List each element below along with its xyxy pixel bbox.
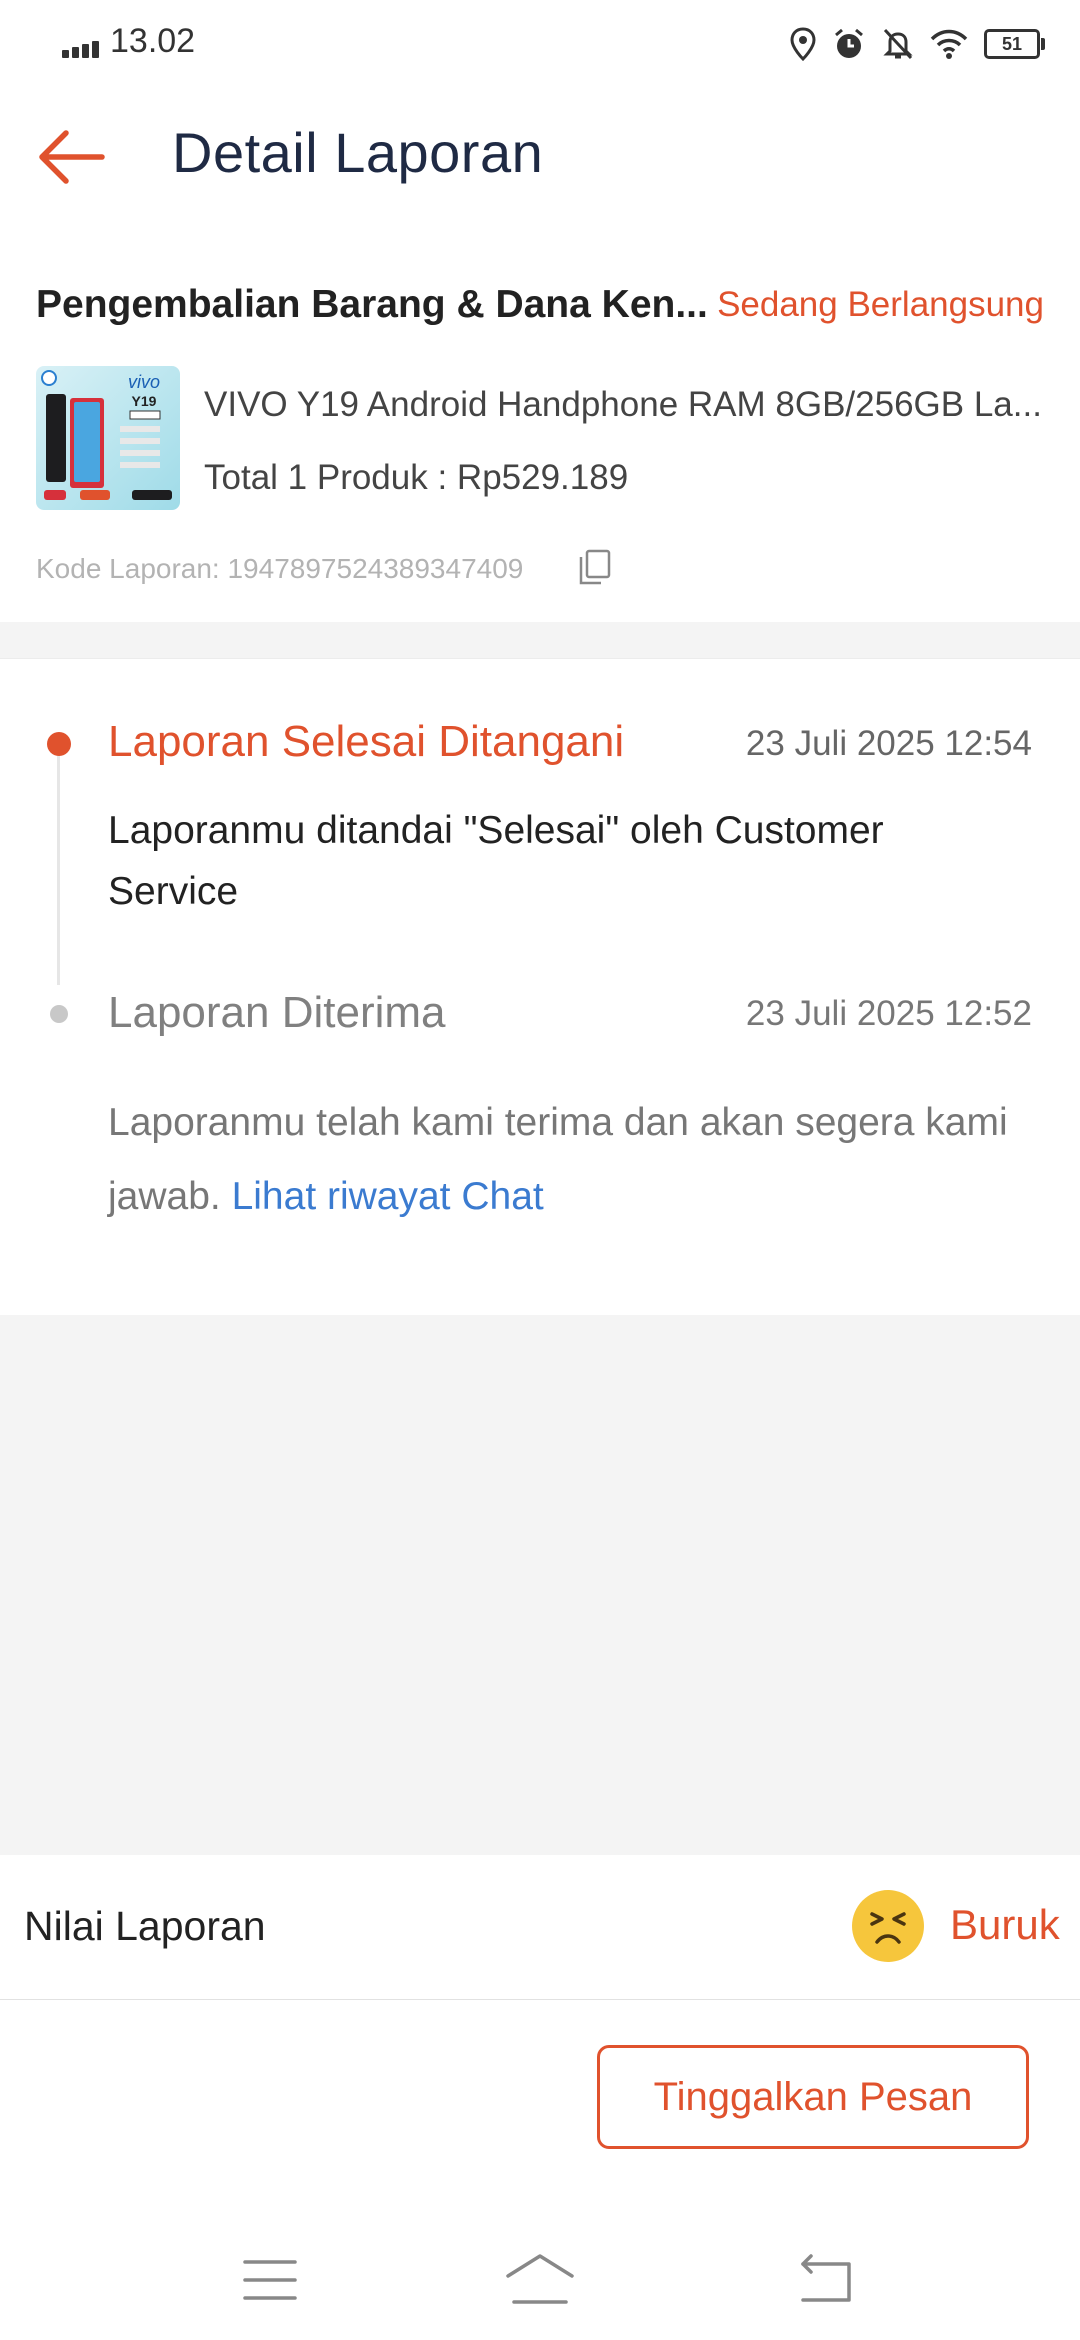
timeline-event-time: 23 Juli 2025 12:54	[745, 724, 1032, 763]
timeline-event-desc: Laporanmu ditandai "Selesai" oleh Custom…	[108, 809, 884, 913]
location-icon	[790, 27, 816, 61]
timeline-event-title: Laporan Selesai Ditangani	[108, 717, 625, 766]
arrow-left-icon	[39, 130, 105, 184]
section-divider	[0, 622, 1080, 659]
menu-icon	[243, 2260, 297, 2300]
status-bar: 13.02 51	[0, 0, 1080, 90]
system-nav-bar	[0, 2220, 1080, 2340]
battery-level: 51	[1001, 33, 1023, 54]
product-name[interactable]: VIVO Y19 Android Handphone RAM 8GB/256GB…	[204, 385, 1044, 425]
alarm-icon	[835, 28, 863, 58]
rating-label: Nilai Laporan	[24, 1903, 266, 1949]
back-nav-button[interactable]	[785, 2248, 865, 2312]
empty-background	[0, 1315, 1080, 1855]
product-thumbnail[interactable]: vivo Y19	[36, 366, 180, 510]
product-image: vivo Y19	[41, 370, 172, 500]
battery-icon: 51	[984, 29, 1045, 59]
timeline-dot-active	[47, 732, 71, 756]
status-time: 13.02	[110, 22, 196, 60]
timeline-dot	[50, 1005, 68, 1023]
timeline-line	[57, 745, 60, 985]
leave-message-button[interactable]: Tinggalkan Pesan	[597, 2045, 1029, 2149]
signal-icon	[62, 36, 102, 58]
page-title: Detail Laporan	[172, 121, 544, 184]
thumb-model: Y19	[132, 393, 157, 409]
status-icons: 51	[790, 22, 1045, 66]
wifi-icon	[930, 29, 968, 59]
copy-icon[interactable]	[578, 548, 612, 586]
back-button[interactable]	[30, 112, 120, 202]
timeline-event-title: Laporan Diterima	[108, 988, 446, 1037]
thumb-brand: vivo	[128, 372, 160, 392]
frowning-face-icon	[852, 1890, 924, 1962]
notifications-off-icon	[883, 28, 913, 60]
report-title: Pengembalian Barang & Dana Ken...	[36, 283, 708, 326]
header: Detail Laporan	[0, 90, 1080, 220]
rating-value: Buruk	[950, 1901, 1060, 1948]
timeline-event-desc: Laporanmu telah kami terima dan akan seg…	[108, 1086, 1008, 1234]
product-total: Total 1 Produk : Rp529.189	[204, 458, 629, 497]
report-code: Kode Laporan: 1947897524389347409	[36, 553, 524, 584]
menu-nav-button[interactable]	[231, 2248, 311, 2312]
timeline-event-time: 23 Juli 2025 12:52	[745, 994, 1032, 1033]
chat-history-link[interactable]: Lihat riwayat Chat	[232, 1175, 544, 1218]
report-status: Sedang Berlangsung	[717, 285, 1044, 324]
home-nav-button[interactable]	[500, 2248, 580, 2312]
return-icon	[801, 2254, 851, 2302]
home-icon	[506, 2254, 574, 2304]
rating-row[interactable]: Nilai Laporan Buruk	[0, 1855, 1080, 2000]
